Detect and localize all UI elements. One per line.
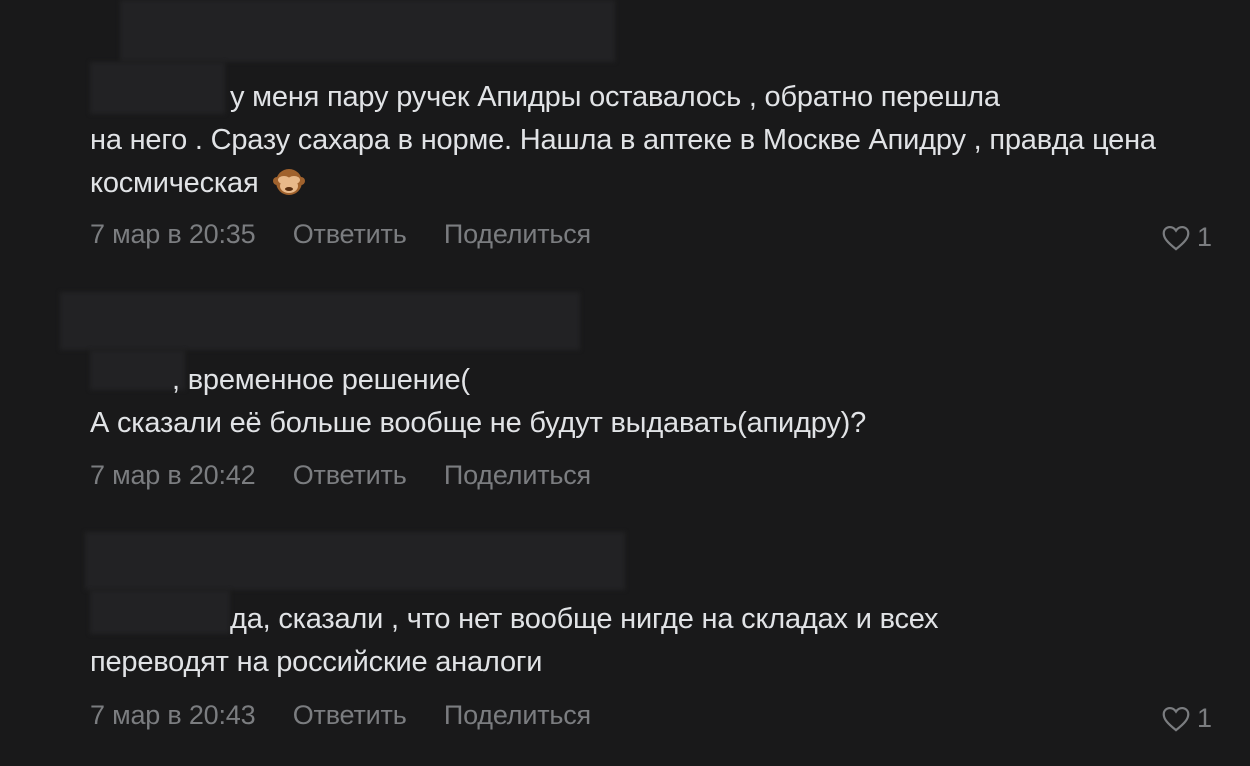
reply-button[interactable]: Ответить xyxy=(293,700,407,730)
comment-item: да, сказали , что нет вообще нигде на ск… xyxy=(90,598,1220,733)
comment-meta: 7 мар в 20:43 Ответить Поделиться xyxy=(90,700,591,731)
comment-date: 7 мар в 20:43 xyxy=(90,700,256,730)
comment-text-line: да, сказали , что нет вообще нигде на ск… xyxy=(230,603,939,635)
like-count: 1 xyxy=(1196,703,1212,733)
heart-icon xyxy=(1161,705,1191,732)
comment-text: у меня пару ручек Апидры оставалось , об… xyxy=(90,76,1220,205)
comment-item: , временное решение( А сказали её больше… xyxy=(90,359,1220,490)
blurred-author-block xyxy=(120,0,615,62)
comment-text-line: у меня пару ручек Апидры оставалось , об… xyxy=(230,81,1000,113)
share-button[interactable]: Поделиться xyxy=(444,460,591,490)
see-no-evil-monkey-icon xyxy=(272,164,306,198)
reply-button[interactable]: Ответить xyxy=(293,460,407,490)
comment-date: 7 мар в 20:35 xyxy=(90,219,256,249)
comment-text-rest: переводят на российские аналоги xyxy=(90,646,543,678)
comment-text-rest: А сказали её больше вообще не будут выда… xyxy=(90,407,867,439)
like-button[interactable]: 1 xyxy=(1161,222,1212,253)
comment-meta: 7 мар в 20:42 Ответить Поделиться xyxy=(90,460,591,491)
comment-text: да, сказали , что нет вообще нигде на ск… xyxy=(90,598,1220,684)
blurred-author-block xyxy=(60,292,580,350)
comment-meta: 7 мар в 20:35 Ответить Поделиться xyxy=(90,219,591,250)
like-button[interactable]: 1 xyxy=(1161,703,1212,734)
blurred-author-block xyxy=(85,532,625,590)
comment-text-line: , временное решение( xyxy=(172,364,470,396)
share-button[interactable]: Поделиться xyxy=(444,219,591,249)
comment-item: у меня пару ручек Апидры оставалось , об… xyxy=(90,76,1220,252)
share-button[interactable]: Поделиться xyxy=(444,700,591,730)
like-count: 1 xyxy=(1196,222,1212,252)
comment-date: 7 мар в 20:42 xyxy=(90,460,256,490)
comment-text-rest: на него . Сразу сахара в норме. Нашла в … xyxy=(90,124,1156,199)
comment-text: , временное решение( А сказали её больше… xyxy=(90,359,1220,445)
heart-icon xyxy=(1161,224,1191,251)
reply-button[interactable]: Ответить xyxy=(293,219,407,249)
